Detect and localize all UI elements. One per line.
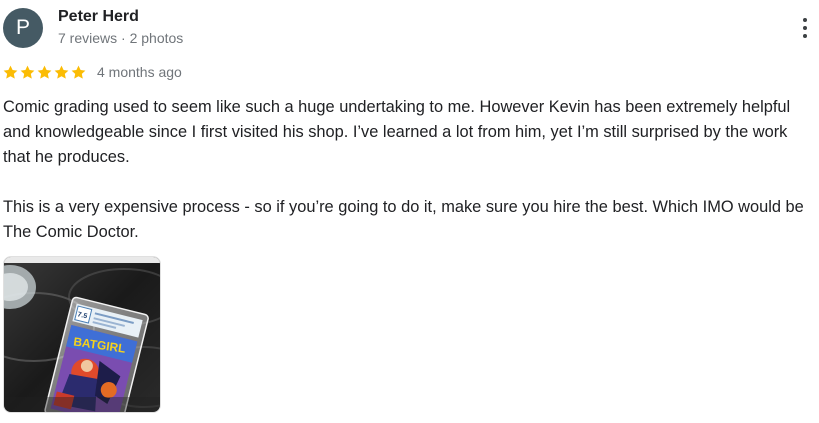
star-icon xyxy=(71,65,86,79)
avatar-letter: P xyxy=(15,16,30,39)
star-icon xyxy=(20,65,35,79)
star-icon xyxy=(54,65,69,79)
more-vert-icon xyxy=(803,18,807,22)
review-date: 4 months ago xyxy=(97,64,182,80)
more-options-button[interactable] xyxy=(791,12,819,44)
review-paragraph: Comic grading used to seem like such a h… xyxy=(3,98,791,166)
review-photo[interactable]: 7.5 BATGIRL xyxy=(3,256,161,413)
rating-row: 4 months ago xyxy=(2,62,182,82)
star-icon xyxy=(3,65,18,79)
review-card: P Peter Herd 7 reviews · 2 photos 4 mont… xyxy=(0,0,819,423)
reviewer-name[interactable]: Peter Herd xyxy=(58,8,139,26)
avatar[interactable]: P xyxy=(3,8,43,48)
star-icon xyxy=(37,65,52,79)
more-vert-icon-dot xyxy=(803,34,807,38)
star-rating xyxy=(2,64,87,81)
more-vert-icon-dot xyxy=(803,26,807,30)
reviewer-meta: 7 reviews · 2 photos xyxy=(58,30,184,46)
review-paragraph: This is a very expensive process - so if… xyxy=(3,198,804,241)
review-text: Comic grading used to seem like such a h… xyxy=(3,95,813,245)
comic-slab-photo: 7.5 BATGIRL xyxy=(4,257,160,412)
